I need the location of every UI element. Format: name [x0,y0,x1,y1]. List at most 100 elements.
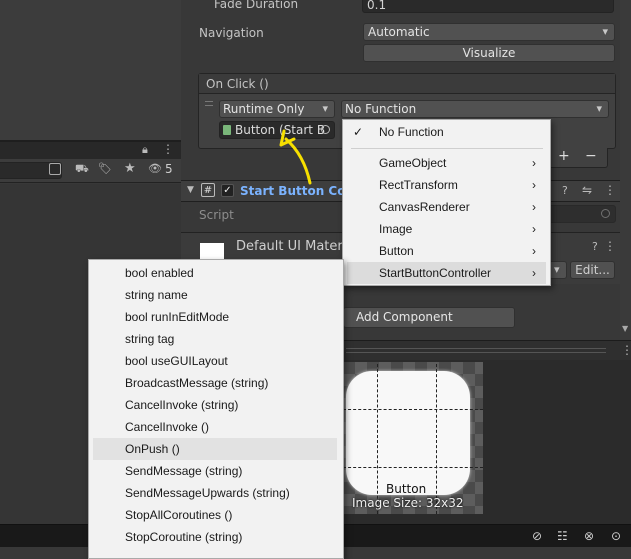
script-picker-icon [601,209,610,218]
onclick-header-bar: On Click () [199,74,615,94]
method-item-label: CancelInvoke () [125,420,210,434]
method-item-label: CancelInvoke (string) [125,398,239,412]
progress-icon[interactable]: ⊗ [584,529,594,543]
menu-separator [351,148,543,149]
method-item[interactable]: CancelInvoke () [89,416,343,438]
submenu-arrow-icon: › [532,156,536,170]
menu-item-no-function[interactable]: ✓ No Function [343,121,550,143]
preview-menu-icon[interactable]: ⋮ [621,343,631,357]
visualize-button[interactable]: Visualize [363,44,615,62]
help-icon[interactable]: ? [562,184,568,197]
method-item[interactable]: bool enabled [89,262,343,284]
method-item[interactable]: string tag [89,328,343,350]
method-item[interactable]: bool runInEditMode [89,306,343,328]
function-dropdown[interactable]: No Function [341,100,609,118]
check-icon: ✓ [353,125,364,139]
lock-icon[interactable]: 🔒︎ [142,143,148,157]
menu-item-canvasrenderer[interactable]: CanvasRenderer › [343,196,550,218]
method-item-label: string tag [125,332,175,346]
hidden-count-badge: 5 [165,162,173,176]
fade-duration-label: Fade Duration [214,0,299,11]
slice-line [343,409,483,410]
method-item[interactable]: SendMessageUpwards (string) [89,482,343,504]
notifications-icon[interactable]: ⊙ [611,529,621,543]
add-event-button[interactable]: + [558,148,570,164]
scroll-down-icon[interactable]: ▼ [622,324,628,333]
visualize-label: Visualize [462,46,516,60]
button-sprite-preview [346,371,470,495]
onclick-header: On Click () [206,77,269,91]
method-item-label: BroadcastMessage (string) [125,376,269,390]
material-name: Default UI Materi [236,239,347,254]
shader-chevron-icon: ▾ [554,263,560,276]
navigation-dropdown[interactable]: Automatic [363,23,615,41]
script-hash-icon: # [201,183,215,197]
menu-item-label: GameObject [379,156,447,170]
submenu-arrow-icon: › [532,222,536,236]
drag-handle-icon[interactable] [205,101,213,106]
menu-item-label: StartButtonController [379,266,492,280]
slice-line [343,467,483,468]
kebab-menu-icon[interactable]: ⋮ [162,142,174,156]
hidden-eye-icon[interactable]: 👁︎ [148,162,162,175]
image-size-label: Image Size: 32x32 [352,496,464,510]
method-item-label: OnPush () [125,442,180,456]
slice-line [436,364,437,514]
material-menu-icon[interactable]: ⋮ [604,239,616,253]
annotation-arrow [279,129,312,185]
hierarchy-toolbar: ⛟ 🏷︎ ★ 👁︎ 5 [0,159,181,183]
menu-item-startbuttoncontroller[interactable]: StartButtonController › [347,262,546,284]
tag-icon[interactable]: 🏷︎ [98,162,112,175]
enabled-checkbox[interactable]: ✓ [221,184,234,197]
slice-line [377,364,378,514]
method-item-label: SendMessageUpwards (string) [125,486,290,500]
remove-event-button[interactable]: − [585,148,597,164]
menu-item-label: RectTransform [379,178,458,192]
method-item[interactable]: CancelInvoke (string) [89,394,343,416]
inspector-scrollbar[interactable]: ▼ [620,0,631,340]
scene-visibility-icon[interactable]: ⛟ [75,162,89,177]
method-item-label: SendMessage (string) [125,464,243,478]
preview-caption: Button [386,482,427,496]
preset-icon[interactable]: ⇋ [582,183,592,197]
method-item-label: bool useGUILayout [125,354,228,368]
method-item-label: bool runInEditMode [125,310,230,324]
menu-item-label: Button [379,244,414,258]
method-item-onpush[interactable]: OnPush () [93,438,337,460]
method-item-label: bool enabled [125,266,194,280]
menu-item-image[interactable]: Image › [343,218,550,240]
method-item[interactable]: SendMessage (string) [89,460,343,482]
method-item-label: StopCoroutine (string) [125,530,243,544]
edit-button[interactable]: Edit... [570,261,615,279]
navigation-value: Automatic [368,25,430,39]
button-object-icon [223,125,231,135]
function-value: No Function [345,102,417,116]
edit-label: Edit... [575,263,610,277]
debug-off-icon[interactable]: ⊘ [532,529,542,543]
add-component-label: Add Component [356,310,453,324]
menu-item-label: CanvasRenderer [379,200,470,214]
cache-server-icon[interactable]: ☷ [557,529,568,543]
fade-duration-field[interactable]: 0.1 [362,0,614,13]
component-menu-icon[interactable]: ⋮ [604,183,616,197]
foldout-arrow-icon[interactable]: ▼ [187,185,194,195]
menu-item-gameobject[interactable]: GameObject › [343,152,550,174]
star-icon[interactable]: ★ [124,161,136,176]
menu-item-recttransform[interactable]: RectTransform › [343,174,550,196]
fade-duration-value: 0.1 [367,0,387,12]
method-item[interactable]: bool useGUILayout [89,350,343,372]
menu-item-button[interactable]: Button › [343,240,550,262]
search-type-icon[interactable] [49,163,61,175]
method-item[interactable]: BroadcastMessage (string) [89,372,343,394]
shader-dropdown[interactable]: ▾ [549,261,567,279]
runtime-dropdown[interactable]: Runtime Only [219,100,335,118]
script-label: Script [199,208,234,222]
material-help-icon[interactable]: ? [592,240,598,253]
preview-drag-bar[interactable] [346,348,606,353]
method-item-label: string name [125,288,188,302]
add-component-button[interactable]: Add Component [343,307,515,328]
method-item[interactable]: StopCoroutine (string) [89,526,343,548]
method-item[interactable]: string name [89,284,343,306]
submenu-arrow-icon: › [532,178,536,192]
method-item[interactable]: StopAllCoroutines () [89,504,343,526]
